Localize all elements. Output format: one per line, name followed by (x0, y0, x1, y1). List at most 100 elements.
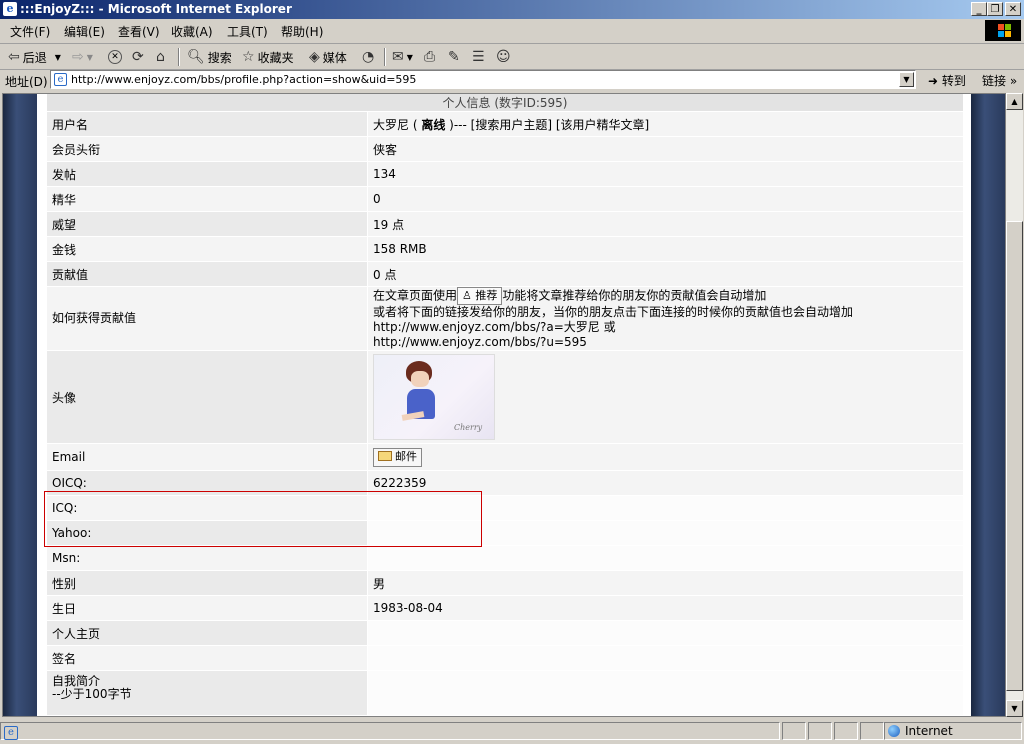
msn-value (368, 546, 964, 571)
intro-label: 自我简介 --少于100字节 (47, 671, 368, 716)
page-icon: e (54, 73, 67, 86)
forward-dropdown-icon[interactable]: ▼ (87, 53, 93, 62)
links-button[interactable]: 链接 » (982, 72, 1017, 89)
mail-button[interactable]: ✉ ▼ (392, 47, 413, 67)
scroll-down-button[interactable]: ▼ (1006, 700, 1023, 717)
birthday-value: 1983-08-04 (368, 596, 964, 621)
money-value: 158 RMB (368, 237, 964, 262)
table-row: 头像 Cherry (47, 351, 964, 444)
gender-value: 男 (368, 571, 964, 596)
table-row: 会员头衔 侠客 (47, 137, 964, 162)
back-dropdown-icon[interactable]: ▼ (55, 53, 61, 62)
address-dropdown-icon[interactable]: ▼ (899, 72, 914, 87)
menu-help[interactable]: 帮助(H) (281, 23, 323, 40)
forward-button[interactable]: ⇨ ▼ (72, 47, 93, 67)
discuss-icon: ☰ (472, 49, 485, 65)
right-page-border (971, 94, 1005, 716)
address-url[interactable]: http://www.enjoyz.com/bbs/profile.php?ac… (71, 73, 416, 86)
icq-value (368, 496, 964, 521)
msn-label: Msn: (47, 546, 368, 571)
digest-label: 精华 (47, 187, 368, 212)
table-row: OICQ: 6222359 (47, 471, 964, 496)
email-label: Email (47, 444, 368, 471)
back-arrow-icon: ⇦ (8, 49, 20, 65)
menu-file[interactable]: 文件(F) (10, 23, 50, 40)
title-bar: e :::EnjoyZ::: - Microsoft Internet Expl… (0, 0, 1024, 19)
print-button[interactable]: ⎙ (424, 47, 438, 67)
table-row: 用户名 大罗尼 ( 离线 )--- [搜索用户主题] [该用户精华文章] (47, 112, 964, 137)
windows-logo-icon (985, 20, 1021, 41)
back-button[interactable]: ⇦ 后退 ▼ (8, 47, 61, 67)
stop-button[interactable]: ✕ (108, 47, 125, 67)
menu-favorites[interactable]: 收藏(A) (171, 23, 213, 40)
username-text: 大罗尼 ( (373, 117, 418, 132)
scroll-thumb[interactable] (1006, 221, 1023, 691)
referral-link-2[interactable]: http://www.enjoyz.com/bbs/?u=595 (373, 335, 587, 349)
discuss-button[interactable]: ☰ (472, 47, 488, 67)
go-arrow-icon: ➜ (928, 74, 939, 88)
homepage-value[interactable] (368, 621, 964, 646)
globe-icon (888, 725, 900, 737)
edit-button[interactable]: ✎ (448, 47, 463, 67)
page-content: 个人信息 (数字ID:595) 用户名 大罗尼 ( 离线 )--- [搜索用户主… (2, 93, 1006, 717)
history-icon: ◔ (362, 49, 375, 65)
stop-icon: ✕ (108, 50, 122, 64)
recommend-icon: ♙ (462, 289, 472, 302)
avatar: Cherry (373, 354, 495, 440)
minimize-button[interactable]: _ (971, 2, 987, 16)
refresh-icon: ⟳ (132, 49, 144, 65)
status-text-pane: e (0, 722, 780, 740)
prestige-label: 威望 (47, 212, 368, 237)
search-button[interactable]: 🔍︎ 搜索 (187, 47, 232, 67)
go-button[interactable]: ➜ 转到 (928, 72, 966, 89)
messenger-button[interactable]: ☺ (496, 47, 514, 67)
table-row: 自我简介 --少于100字节 (47, 671, 964, 716)
address-bar: 地址(D) e http://www.enjoyz.com/bbs/profil… (0, 70, 1024, 92)
table-row: ICQ: (47, 496, 964, 521)
oicq-value: 6222359 (368, 471, 964, 496)
email-button[interactable]: 邮件 (373, 447, 422, 467)
recommend-button[interactable]: ♙ 推荐 (457, 287, 503, 305)
restore-button[interactable]: ❐ (987, 2, 1003, 16)
profile-frame: 个人信息 (数字ID:595) 用户名 大罗尼 ( 离线 )--- [搜索用户主… (37, 94, 971, 716)
status-pane (860, 722, 884, 740)
status-pane (808, 722, 832, 740)
address-label: 地址(D) (5, 75, 48, 89)
table-row: 签名 (47, 646, 964, 671)
signature-value (368, 646, 964, 671)
menu-edit[interactable]: 编辑(E) (64, 23, 105, 40)
posts-label: 发帖 (47, 162, 368, 187)
edit-icon: ✎ (448, 49, 460, 65)
yahoo-value (368, 521, 964, 546)
scroll-up-button[interactable]: ▲ (1006, 93, 1023, 110)
home-button[interactable]: ⌂ (156, 47, 168, 67)
media-button[interactable]: ◈ 媒体 (309, 47, 347, 67)
how-contribution-label: 如何获得贡献值 (47, 287, 368, 351)
forward-arrow-icon: ⇨ (72, 49, 84, 65)
security-zone: Internet (888, 724, 953, 738)
address-input[interactable]: e http://www.enjoyz.com/bbs/profile.php?… (50, 70, 916, 89)
menu-view[interactable]: 查看(V) (118, 23, 160, 40)
mail-icon: ✉ (392, 49, 404, 65)
how-contribution-value: 在文章页面使用 ♙ 推荐 功能将文章推荐给你的朋友你的贡献值会自动增加 或者将下面的… (368, 287, 964, 351)
favorites-icon: ☆ (242, 49, 255, 65)
intro-value (368, 671, 964, 716)
posts-value: 134 (368, 162, 964, 187)
table-row: 发帖 134 (47, 162, 964, 187)
table-row: 个人主页 (47, 621, 964, 646)
media-icon: ◈ (309, 49, 320, 65)
history-button[interactable]: ◔ (362, 47, 377, 67)
referral-link-1[interactable]: http://www.enjoyz.com/bbs/?a=大罗尼 或 (373, 320, 616, 334)
user-links[interactable]: )--- [搜索用户主题] [该用户精华文章] (449, 118, 649, 132)
yahoo-label: Yahoo: (47, 521, 368, 546)
left-page-border (3, 94, 37, 716)
vertical-scrollbar[interactable]: ▲ ▼ (1006, 93, 1023, 717)
member-title-label: 会员头衔 (47, 137, 368, 162)
favorites-button[interactable]: ☆ 收藏夹 (242, 47, 294, 67)
mail-dropdown-icon[interactable]: ▼ (407, 53, 413, 62)
menu-tools[interactable]: 工具(T) (227, 23, 268, 40)
close-button[interactable]: ✕ (1005, 2, 1021, 16)
refresh-button[interactable]: ⟳ (132, 47, 147, 67)
envelope-icon (378, 450, 392, 461)
table-row: Email 邮件 (47, 444, 964, 471)
